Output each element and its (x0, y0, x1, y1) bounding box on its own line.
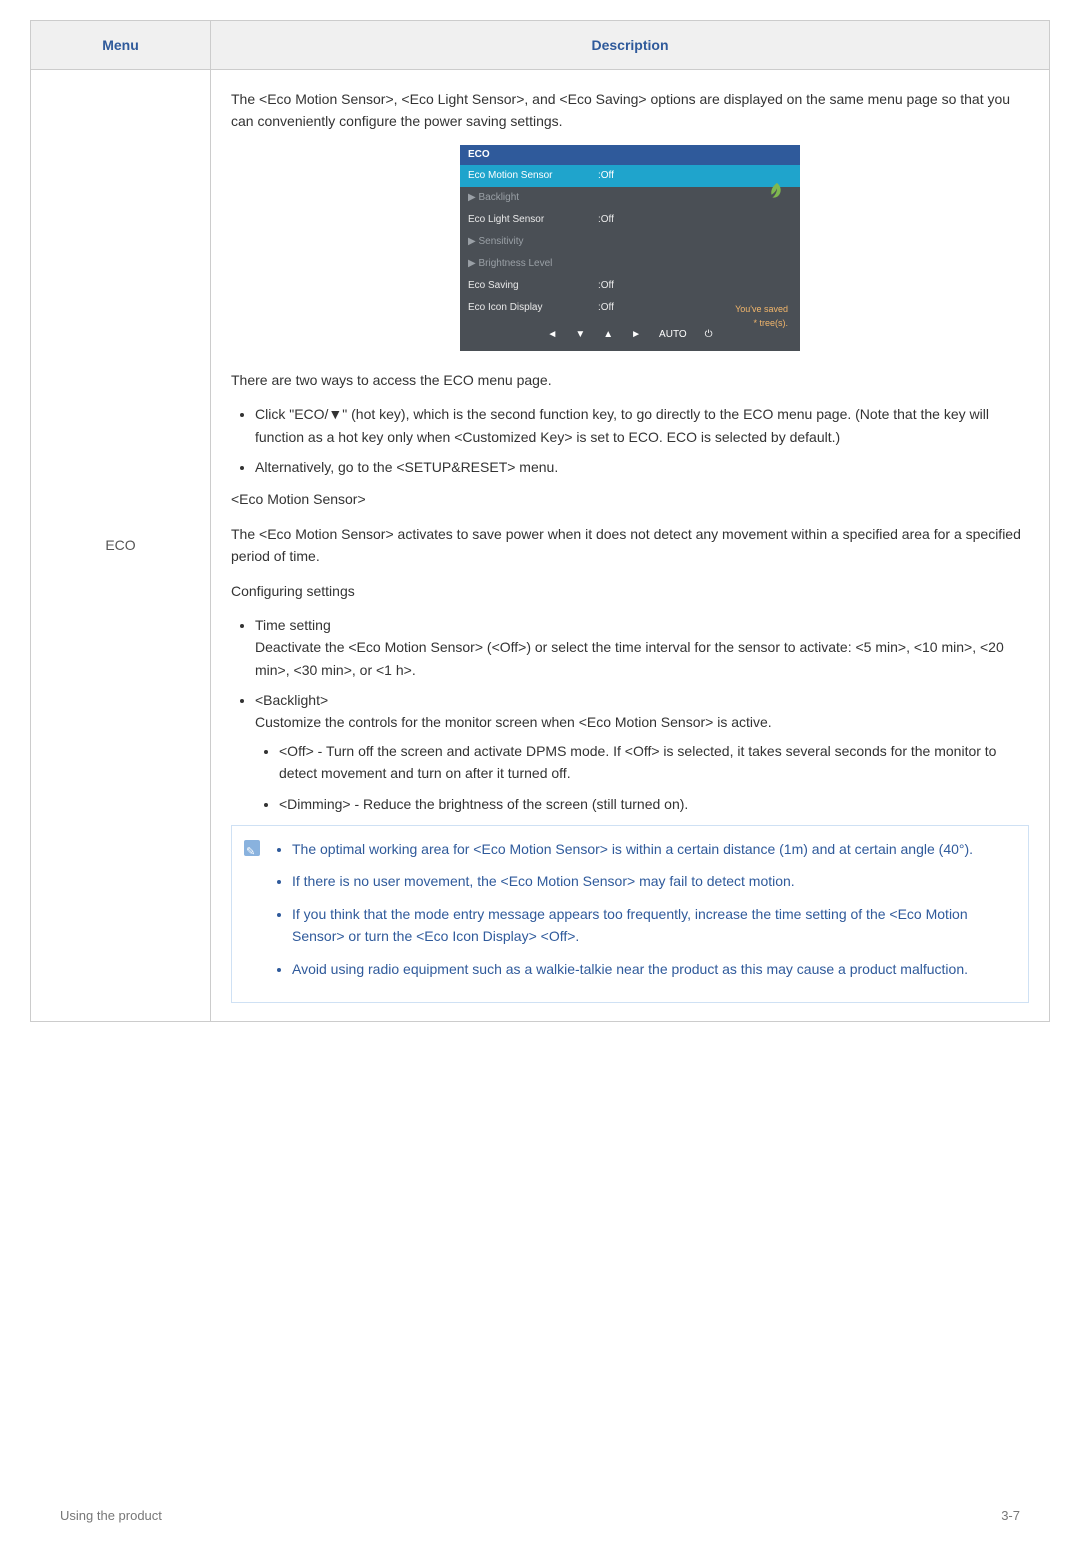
backlight-sublist: <Off> - Turn off the screen and activate… (255, 740, 1029, 815)
backlight-head: <Backlight> (255, 692, 328, 708)
osd-row: ▶ Brightness Level (460, 253, 800, 275)
nav-down-icon: ▼ (575, 327, 585, 343)
osd-row-label: ▶ Brightness Level (468, 256, 598, 272)
time-setting-head: Time setting (255, 617, 331, 633)
list-item: Click "ECO/▼" (hot key), which is the se… (255, 403, 1029, 448)
osd-row-label: Eco Light Sensor (468, 212, 598, 228)
osd-row: Eco Saving:Off (460, 275, 800, 297)
osd-row: ▶ Backlight (460, 187, 800, 209)
header-description: Description (211, 21, 1050, 70)
config-title: Configuring settings (231, 580, 1029, 602)
list-item: <Off> - Turn off the screen and activate… (279, 740, 1029, 785)
osd-row-value: :Off (598, 278, 648, 294)
badge-l2: * tree(s). (753, 318, 788, 328)
osd-row: Eco Motion Sensor:Off (460, 165, 800, 187)
leaf-icon (766, 181, 788, 203)
section1-title: <Eco Motion Sensor> (231, 488, 1029, 510)
row-label: ECO (31, 70, 211, 1022)
osd-row-value: :Off (598, 212, 648, 228)
list-item: Time setting Deactivate the <Eco Motion … (255, 614, 1029, 681)
eco-table: Menu Description ECO The <Eco Motion Sen… (30, 20, 1050, 1022)
osd-row: Eco Light Sensor:Off (460, 209, 800, 231)
access-list: Click "ECO/▼" (hot key), which is the se… (231, 403, 1029, 478)
note-list: The optimal working area for <Eco Motion… (246, 838, 1014, 980)
time-setting-body: Deactivate the <Eco Motion Sensor> (<Off… (255, 639, 1004, 677)
osd-screenshot: ECO Eco Motion Sensor:Off▶ BacklightEco … (231, 145, 1029, 351)
list-item: The optimal working area for <Eco Motion… (292, 838, 1014, 860)
osd-row-label: Eco Motion Sensor (468, 168, 598, 184)
list-item: If there is no user movement, the <Eco M… (292, 870, 1014, 892)
list-item: <Dimming> - Reduce the brightness of the… (279, 793, 1029, 815)
list-item: <Backlight> Customize the controls for t… (255, 689, 1029, 815)
list-item: Avoid using radio equipment such as a wa… (292, 958, 1014, 980)
osd-row-value: :Off (598, 168, 648, 184)
nav-up-icon: ▲ (603, 327, 613, 343)
note-icon (244, 840, 260, 856)
access-intro: There are two ways to access the ECO men… (231, 369, 1029, 391)
footer-right: 3-7 (1001, 1508, 1020, 1523)
list-item: Alternatively, go to the <SETUP&RESET> m… (255, 456, 1029, 478)
nav-auto: AUTO (659, 327, 687, 343)
header-menu: Menu (31, 21, 211, 70)
list-item: If you think that the mode entry message… (292, 903, 1014, 948)
config-list: Time setting Deactivate the <Eco Motion … (231, 614, 1029, 815)
description-cell: The <Eco Motion Sensor>, <Eco Light Sens… (211, 70, 1050, 1022)
osd-tree-badge: You've saved * tree(s). (735, 302, 788, 331)
osd-row: ▶ Sensitivity (460, 231, 800, 253)
backlight-body: Customize the controls for the monitor s… (255, 714, 772, 730)
nav-right-icon: ► (631, 327, 641, 343)
page-footer: Using the product 3-7 (60, 1508, 1020, 1523)
osd-row-label: Eco Icon Display (468, 300, 598, 316)
nav-power-icon: ⏻ (705, 327, 713, 343)
footer-left: Using the product (60, 1508, 162, 1523)
osd-title: ECO (460, 145, 800, 165)
nav-left-icon: ◄ (547, 327, 557, 343)
osd-row-value: :Off (598, 300, 648, 316)
intro-text: The <Eco Motion Sensor>, <Eco Light Sens… (231, 88, 1029, 133)
osd-row-label: ▶ Sensitivity (468, 234, 598, 250)
osd-panel: ECO Eco Motion Sensor:Off▶ BacklightEco … (460, 145, 800, 351)
osd-row-label: ▶ Backlight (468, 190, 598, 206)
badge-l1: You've saved (735, 304, 788, 314)
osd-row-label: Eco Saving (468, 278, 598, 294)
note-box: The optimal working area for <Eco Motion… (231, 825, 1029, 1003)
section1-body: The <Eco Motion Sensor> activates to sav… (231, 523, 1029, 568)
